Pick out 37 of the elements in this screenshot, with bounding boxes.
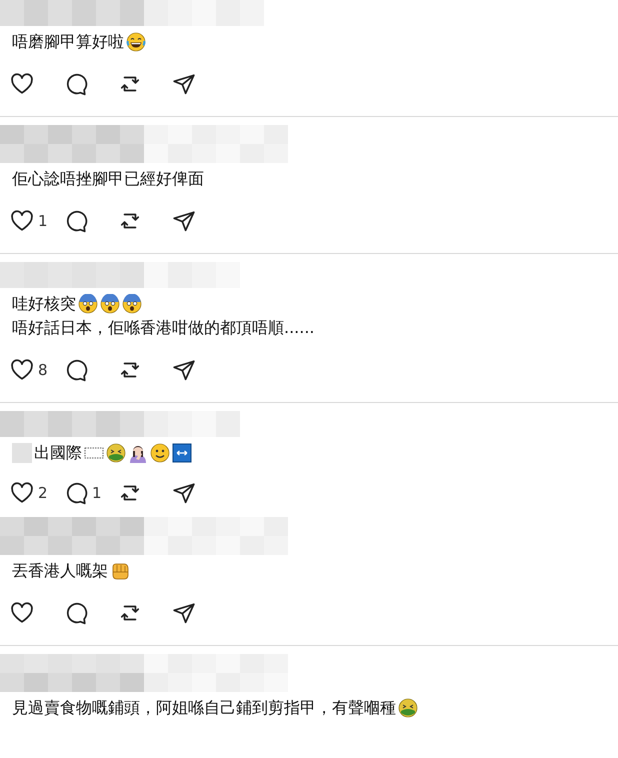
comment-text: 哇好核突 [12,293,76,315]
person-emoji-icon [128,443,148,463]
comment-icon[interactable] [64,72,88,96]
send-icon[interactable] [172,358,196,382]
comment-text: 丟香港人嘅架 [12,560,108,582]
comment-icon[interactable] [64,481,88,505]
heart-icon[interactable] [10,601,34,625]
heart-icon[interactable] [10,72,34,96]
like-count: 1 [38,212,48,230]
like-count: 8 [38,361,48,379]
comment-text: 佢心諗唔挫腳甲已經好俾面 [12,168,204,190]
comment-text: 見過賣食物嘅鋪頭，阿姐喺自己鋪到剪指甲，有聲嗰種 [12,697,396,719]
fearful-emoji-icon [78,294,98,314]
comment-icon[interactable] [64,358,88,382]
arrow-box-icon [172,443,192,463]
smiling-emoji-icon [150,443,170,463]
fist-emoji-icon [110,561,130,581]
comment-text: 出國際 [34,442,82,464]
nauseated-emoji-icon [106,443,126,463]
heart-icon[interactable] [10,481,34,505]
comment-text: 唔磨腳甲算好啦 [12,31,124,53]
send-icon[interactable] [172,481,196,505]
heart-icon[interactable] [10,209,34,233]
send-icon[interactable] [172,209,196,233]
heart-icon[interactable] [10,358,34,382]
fearful-emoji-icon [122,294,142,314]
reply-count: 1 [92,484,102,502]
pixelated-square [12,443,32,463]
comment-text: 唔好話日本，佢喺香港咁做的都頂唔順...... [12,317,315,339]
like-count: 2 [38,484,48,502]
laughing-emoji-icon [126,32,146,52]
fearful-emoji-icon [100,294,120,314]
comment-icon[interactable] [64,601,88,625]
comment-icon[interactable] [64,209,88,233]
nauseated-emoji-icon [398,698,418,718]
send-icon[interactable] [172,72,196,96]
send-icon[interactable] [172,601,196,625]
